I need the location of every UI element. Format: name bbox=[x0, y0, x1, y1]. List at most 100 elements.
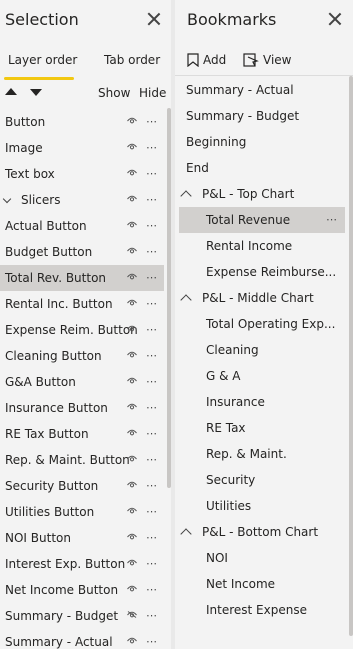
eye-icon[interactable] bbox=[127, 481, 137, 488]
more-options-icon[interactable]: ⋯ bbox=[146, 629, 157, 649]
bookmark-item[interactable]: Net Income bbox=[179, 571, 345, 597]
layer-item[interactable]: Interest Exp. Button ⋯ bbox=[0, 551, 164, 577]
more-options-icon[interactable]: ⋯ bbox=[146, 421, 157, 447]
hide-all-button[interactable]: Hide bbox=[139, 86, 166, 100]
eye-icon[interactable] bbox=[127, 325, 137, 332]
layer-item[interactable]: RE Tax Button ⋯ bbox=[0, 421, 164, 447]
bookmark-item[interactable]: Expense Reimburse... bbox=[179, 259, 345, 285]
more-options-icon[interactable]: ⋯ bbox=[146, 499, 157, 525]
more-options-icon[interactable]: ⋯ bbox=[146, 265, 157, 291]
more-options-icon[interactable]: ⋯ bbox=[146, 187, 157, 213]
layer-item[interactable]: Total Rev. Button ⋯ bbox=[0, 265, 164, 291]
layer-item[interactable]: Button ⋯ bbox=[0, 109, 164, 135]
bookmark-item[interactable]: Security bbox=[179, 467, 345, 493]
eye-icon[interactable] bbox=[127, 377, 137, 384]
eye-icon[interactable] bbox=[127, 351, 137, 358]
eye-icon[interactable] bbox=[127, 533, 137, 540]
more-options-icon[interactable]: ⋯ bbox=[146, 551, 157, 577]
layer-item[interactable]: Summary - Budget ⋯ bbox=[0, 603, 164, 629]
bookmark-item[interactable]: G & A bbox=[179, 363, 345, 389]
more-options-icon[interactable]: ⋯ bbox=[146, 239, 157, 265]
bookmark-item[interactable]: Rep. & Maint. bbox=[179, 441, 345, 467]
eye-icon[interactable] bbox=[127, 195, 137, 202]
more-options-icon[interactable]: ⋯ bbox=[146, 317, 157, 343]
layer-item[interactable]: Slicers ⋯ bbox=[0, 187, 164, 213]
eye-icon[interactable] bbox=[127, 247, 137, 254]
tab-tab-order[interactable]: Tab order bbox=[104, 53, 160, 67]
move-down-icon[interactable] bbox=[30, 89, 42, 96]
chevron-down-icon[interactable] bbox=[2, 194, 12, 204]
bookmark-item[interactable]: Rental Income bbox=[179, 233, 345, 259]
layer-item[interactable]: Actual Button ⋯ bbox=[0, 213, 164, 239]
chevron-up-icon[interactable] bbox=[180, 528, 192, 540]
bookmark-group[interactable]: P&L - Bottom Chart bbox=[179, 519, 345, 545]
layer-item[interactable]: Cleaning Button ⋯ bbox=[0, 343, 164, 369]
more-options-icon[interactable]: ⋯ bbox=[146, 603, 157, 629]
bookmark-group[interactable]: P&L - Middle Chart bbox=[179, 285, 345, 311]
more-options-icon[interactable]: ⋯ bbox=[146, 109, 157, 135]
layer-item[interactable]: Image ⋯ bbox=[0, 135, 164, 161]
layer-item[interactable]: Rep. & Maint. Button ⋯ bbox=[0, 447, 164, 473]
more-options-icon[interactable]: ⋯ bbox=[146, 577, 157, 603]
close-icon[interactable] bbox=[147, 12, 161, 26]
scrollbar[interactable] bbox=[349, 76, 353, 636]
layer-item[interactable]: NOI Button ⋯ bbox=[0, 525, 164, 551]
more-options-icon[interactable]: ⋯ bbox=[146, 447, 157, 473]
view-bookmark-button[interactable]: View bbox=[243, 53, 291, 67]
bookmark-item[interactable]: NOI bbox=[179, 545, 345, 571]
move-up-icon[interactable] bbox=[5, 88, 17, 95]
layer-item[interactable]: Summary - Actual ⋯ bbox=[0, 629, 164, 649]
eye-icon[interactable] bbox=[127, 429, 137, 436]
eye-icon[interactable] bbox=[127, 299, 137, 306]
layer-item[interactable]: Utilities Button ⋯ bbox=[0, 499, 164, 525]
bookmark-item[interactable]: RE Tax bbox=[179, 415, 345, 441]
layer-item[interactable]: Insurance Button ⋯ bbox=[0, 395, 164, 421]
layer-item[interactable]: Net Income Button ⋯ bbox=[0, 577, 164, 603]
more-options-icon[interactable]: ⋯ bbox=[146, 473, 157, 499]
scrollbar[interactable] bbox=[167, 108, 171, 488]
layer-item[interactable]: Budget Button ⋯ bbox=[0, 239, 164, 265]
add-bookmark-button[interactable]: Add bbox=[187, 53, 226, 68]
more-options-icon[interactable]: ⋯ bbox=[146, 135, 157, 161]
eye-icon[interactable] bbox=[127, 221, 137, 228]
bookmark-item[interactable]: Summary - Actual bbox=[179, 77, 345, 103]
eye-icon[interactable] bbox=[127, 403, 137, 410]
bookmark-item[interactable]: Summary - Budget bbox=[179, 103, 345, 129]
eye-icon[interactable] bbox=[127, 143, 137, 150]
show-all-button[interactable]: Show bbox=[98, 86, 130, 100]
more-options-icon[interactable]: ⋯ bbox=[146, 525, 157, 551]
layer-item[interactable]: G&A Button ⋯ bbox=[0, 369, 164, 395]
tab-layer-order[interactable]: Layer order bbox=[8, 53, 77, 67]
bookmark-item[interactable]: Cleaning bbox=[179, 337, 345, 363]
bookmark-item[interactable]: End bbox=[179, 155, 345, 181]
more-options-icon[interactable]: ⋯ bbox=[146, 369, 157, 395]
layer-item[interactable]: Text box ⋯ bbox=[0, 161, 164, 187]
eye-icon[interactable] bbox=[127, 117, 137, 124]
bookmark-item[interactable]: Interest Expense bbox=[179, 597, 345, 623]
eye-icon[interactable] bbox=[127, 559, 137, 566]
bookmark-item[interactable]: Total Operating Exp... bbox=[179, 311, 345, 337]
more-options-icon[interactable]: ⋯ bbox=[146, 161, 157, 187]
more-options-icon[interactable]: ⋯ bbox=[146, 291, 157, 317]
chevron-up-icon[interactable] bbox=[180, 294, 192, 306]
eye-icon[interactable] bbox=[127, 585, 137, 592]
bookmark-group[interactable]: P&L - Top Chart bbox=[179, 181, 345, 207]
bookmark-item[interactable]: Insurance bbox=[179, 389, 345, 415]
eye-icon[interactable] bbox=[127, 455, 137, 462]
eye-icon[interactable] bbox=[127, 169, 137, 176]
eye-hidden-icon[interactable] bbox=[127, 611, 137, 618]
more-options-icon[interactable]: ⋯ bbox=[146, 343, 157, 369]
chevron-up-icon[interactable] bbox=[180, 190, 192, 202]
more-options-icon[interactable]: ⋯ bbox=[146, 213, 157, 239]
bookmark-item[interactable]: Total Revenue ⋯ bbox=[179, 207, 345, 233]
bookmark-item[interactable]: Beginning bbox=[179, 129, 345, 155]
close-icon[interactable] bbox=[328, 12, 342, 26]
eye-icon[interactable] bbox=[127, 637, 137, 644]
layer-item[interactable]: Security Button ⋯ bbox=[0, 473, 164, 499]
layer-item[interactable]: Rental Inc. Button ⋯ bbox=[0, 291, 164, 317]
eye-icon[interactable] bbox=[127, 273, 137, 280]
bookmark-item[interactable]: Utilities bbox=[179, 493, 345, 519]
more-options-icon[interactable]: ⋯ bbox=[326, 207, 337, 233]
eye-icon[interactable] bbox=[127, 507, 137, 514]
layer-item[interactable]: Expense Reim. Button ⋯ bbox=[0, 317, 164, 343]
